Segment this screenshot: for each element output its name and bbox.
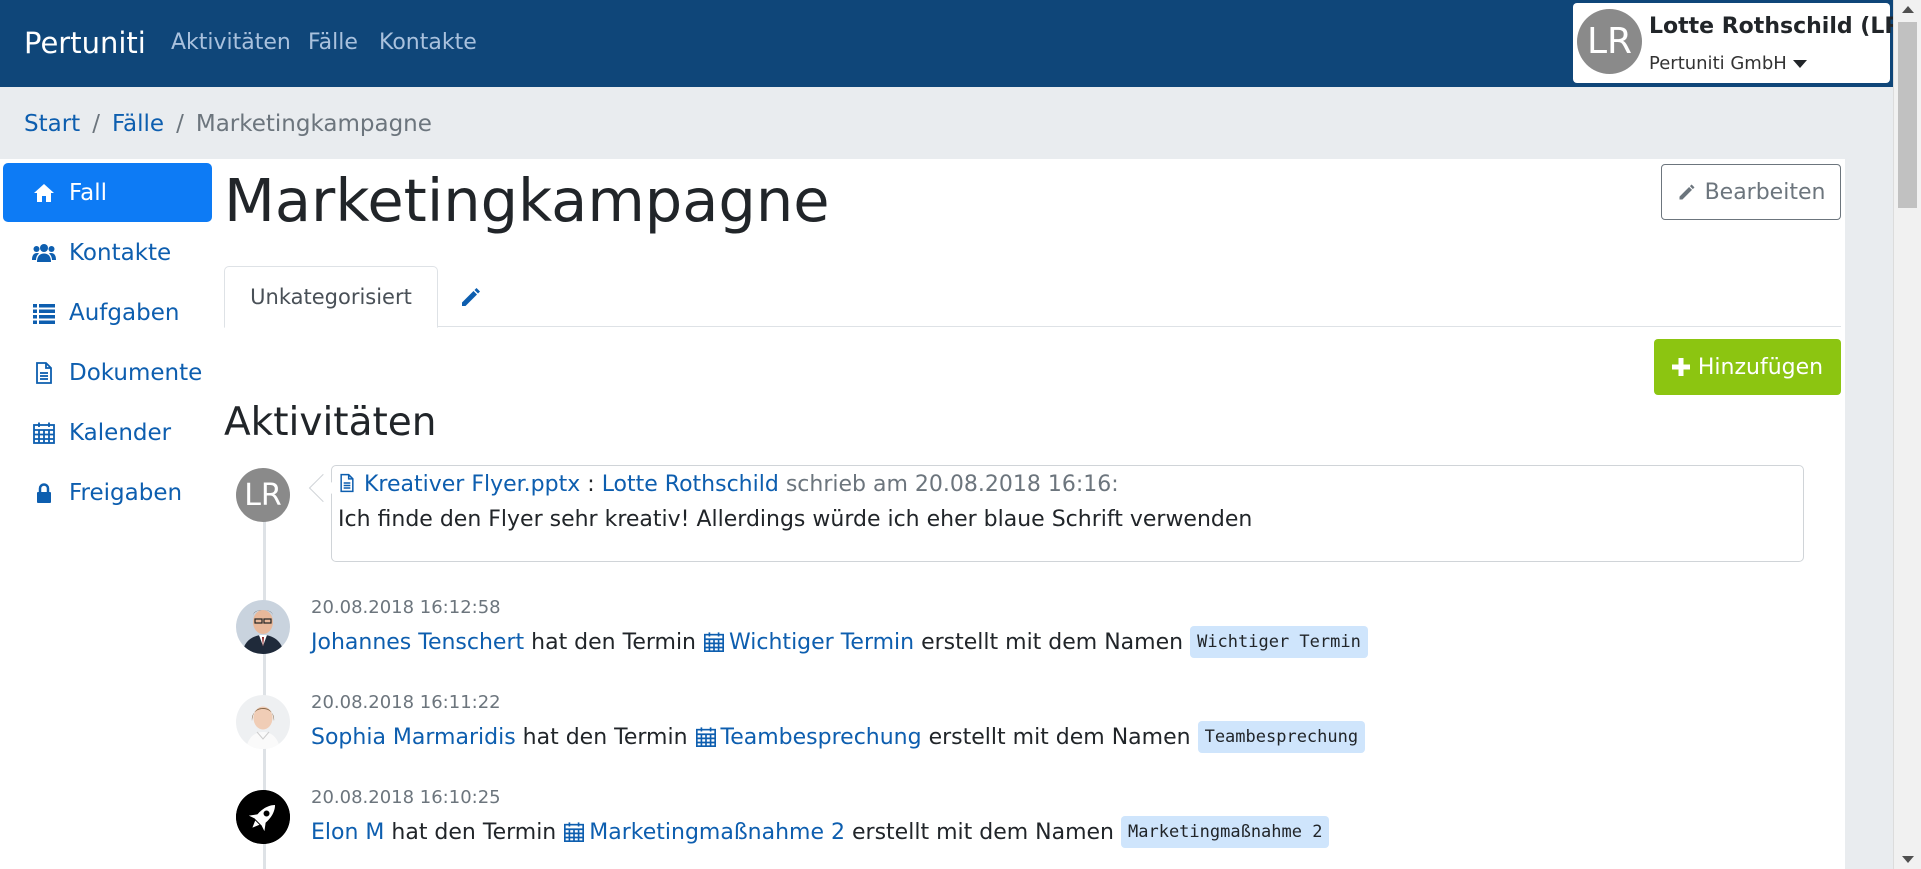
tabs-divider <box>224 326 1841 327</box>
nav-link-faelle[interactable]: Fälle <box>308 30 358 55</box>
event-name-code: Teambesprechung <box>1197 721 1366 753</box>
event-name-code: Marketingmaßnahme 2 <box>1121 816 1330 848</box>
users-icon <box>29 240 59 266</box>
event-verb: hat den Termin <box>531 629 697 655</box>
event-item-link[interactable]: Teambesprechung <box>721 725 922 750</box>
event-item-link[interactable]: Wichtiger Termin <box>729 630 914 655</box>
calendar-icon <box>695 727 716 747</box>
event-timestamp: 20.08.2018 16:11:22 <box>311 692 501 713</box>
event-item-link[interactable]: Marketingmaßnahme 2 <box>589 820 845 845</box>
scroll-up-arrow-icon[interactable] <box>1902 6 1914 13</box>
comment-header: Kreativer Flyer.pptx : Lotte Rothschild … <box>337 472 1119 497</box>
list-item: Sophia Marmaridis hat den Termin Teambes… <box>311 721 1366 753</box>
breadcrumb: Start / Fälle / Marketingkampagne <box>24 111 432 137</box>
breadcrumb-separator: / <box>176 111 184 137</box>
top-navbar: Pertuniti Aktivitäten Fälle Kontakte LR … <box>0 0 1911 87</box>
avatar <box>236 600 290 654</box>
breadcrumb-current: Marketingkampagne <box>195 111 432 137</box>
add-button[interactable]: Hinzufügen <box>1654 339 1841 395</box>
user-company: Pertuniti GmbH <box>1649 53 1787 74</box>
list-icon <box>29 300 59 326</box>
vertical-scrollbar[interactable] <box>1893 0 1921 869</box>
comment-file-link[interactable]: Kreativer Flyer.pptx <box>364 472 580 497</box>
sidebar-item-label: Kalender <box>69 419 172 446</box>
event-verb: hat den Termin <box>522 724 688 750</box>
event-user-link[interactable]: Johannes Tenschert <box>311 630 524 655</box>
section-title-activities: Aktivitäten <box>224 400 437 445</box>
event-user-link[interactable]: Sophia Marmaridis <box>311 725 516 750</box>
tab-unkategorisiert[interactable]: Unkategorisiert <box>224 266 438 328</box>
event-suffix: erstellt mit dem Namen <box>921 629 1184 655</box>
event-timestamp: 20.08.2018 16:10:25 <box>311 787 501 808</box>
rocket-avatar-icon <box>236 790 290 844</box>
comment-separator: : <box>587 472 595 497</box>
edit-button-label: Bearbeiten <box>1704 179 1826 205</box>
event-name-code: Wichtiger Termin <box>1190 626 1368 658</box>
avatar: LR <box>236 468 290 522</box>
event-timestamp: 20.08.2018 16:12:58 <box>311 597 501 618</box>
tab-edit-pencil-icon[interactable] <box>459 285 483 309</box>
pencil-icon <box>1679 184 1695 200</box>
sidebar-item-aufgaben[interactable]: Aufgaben <box>3 283 212 342</box>
home-icon <box>29 180 59 206</box>
calendar-icon <box>29 420 59 446</box>
scroll-down-arrow-icon[interactable] <box>1902 856 1914 863</box>
comment-author-link[interactable]: Lotte Rothschild <box>602 472 779 497</box>
calendar-icon <box>564 822 585 842</box>
sidebar-item-freigaben[interactable]: Freigaben <box>3 463 212 522</box>
add-button-label: Hinzufügen <box>1697 354 1824 380</box>
sidebar-item-label: Fall <box>69 179 107 206</box>
plus-icon <box>1671 358 1690 376</box>
sidebar-item-label: Freigaben <box>69 479 183 506</box>
breadcrumb-separator: / <box>92 111 100 137</box>
page-title: Marketingkampagne <box>224 166 830 235</box>
edit-button[interactable]: Bearbeiten <box>1661 164 1841 220</box>
chevron-down-icon[interactable] <box>1793 60 1807 68</box>
event-verb: hat den Termin <box>391 819 557 845</box>
avatar: LR <box>1577 9 1642 74</box>
lock-icon <box>29 480 59 506</box>
sidebar-item-kontakte[interactable]: Kontakte <box>3 223 212 282</box>
user-name: Lotte Rothschild (LR) <box>1649 14 1912 39</box>
calendar-icon <box>704 632 725 652</box>
scroll-thumb[interactable] <box>1898 22 1917 208</box>
avatar <box>236 695 290 749</box>
list-item: Johannes Tenschert hat den Termin Wichti… <box>311 626 1368 658</box>
comment-text: Ich finde den Flyer sehr kreativ! Allerd… <box>338 507 1253 532</box>
sidebar-item-kalender[interactable]: Kalender <box>3 403 212 462</box>
sidebar-item-label: Aufgaben <box>69 299 180 326</box>
sidebar-item-fall[interactable]: Fall <box>3 163 212 222</box>
sidebar-item-label: Dokumente <box>69 359 203 386</box>
breadcrumb-start[interactable]: Start <box>24 111 80 137</box>
list-item: Elon M hat den Termin Marketingmaßnahme … <box>311 816 1330 848</box>
file-icon <box>29 360 59 386</box>
event-suffix: erstellt mit dem Namen <box>852 819 1114 845</box>
event-suffix: erstellt mit dem Namen <box>928 724 1191 750</box>
comment-meta: schrieb am 20.08.2018 16:16: <box>785 472 1119 497</box>
nav-link-kontakte[interactable]: Kontakte <box>379 30 477 55</box>
sidebar-item-label: Kontakte <box>69 239 172 266</box>
user-menu[interactable]: LR Lotte Rothschild (LR) Pertuniti GmbH <box>1573 3 1911 83</box>
nav-link-aktivitaeten[interactable]: Aktivitäten <box>171 30 291 55</box>
file-icon <box>340 473 354 493</box>
sidebar-item-dokumente[interactable]: Dokumente <box>3 343 212 402</box>
breadcrumb-faelle[interactable]: Fälle <box>112 111 164 137</box>
event-user-link[interactable]: Elon M <box>311 820 384 845</box>
brand-logo[interactable]: Pertuniti <box>24 26 146 60</box>
